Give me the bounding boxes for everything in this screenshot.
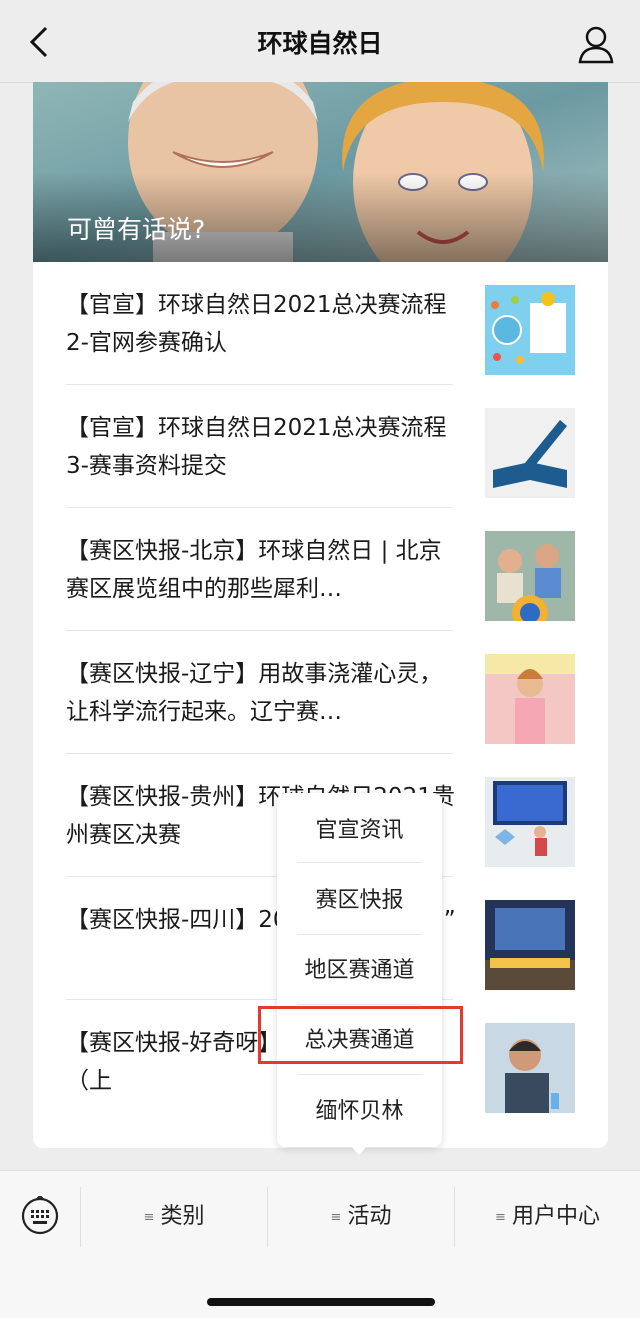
menu-divider — [297, 1004, 422, 1005]
home-indicator — [207, 1298, 435, 1306]
menu-item-official-news[interactable]: 官宣资讯 — [277, 796, 442, 866]
menu-divider — [297, 862, 422, 863]
menu-lines-icon: ≡ — [495, 1210, 506, 1225]
article-item[interactable]: 【赛区快报-北京】环球自然日 | 北京赛区展览组中的那些犀利… — [33, 508, 608, 631]
menu-item-memorial[interactable]: 缅怀贝林 — [277, 1077, 442, 1147]
banner-caption: 可曾有话说? — [67, 215, 206, 244]
menu-item-regional-channel[interactable]: 地区赛通道 — [277, 936, 442, 1006]
activity-popup-menu: 官宣资讯 赛区快报 地区赛通道 总决赛通道 缅怀贝林 — [277, 793, 442, 1147]
article-thumbnail — [485, 1023, 575, 1113]
tab-activity[interactable]: ≡ 活动 — [268, 1171, 454, 1263]
tab-user-center[interactable]: ≡ 用户中心 — [455, 1171, 640, 1263]
article-thumbnail — [485, 654, 575, 744]
bottom-menu-bar: ≡ 类别 ≡ 活动 ≡ 用户中心 — [0, 1170, 640, 1318]
keyboard-toggle-icon[interactable] — [20, 1196, 60, 1236]
article-title: 【赛区快报-北京】环球自然日 | 北京赛区展览组中的那些犀利… — [66, 538, 442, 602]
article-thumbnail — [485, 285, 575, 375]
article-title: 【官宣】环球自然日2021总决赛流程 2-官网参赛确认 — [66, 292, 447, 356]
article-title: 【官宣】环球自然日2021总决赛流程 3-赛事资料提交 — [66, 415, 447, 479]
popup-pointer — [350, 1145, 368, 1155]
menu-item-region-news[interactable]: 赛区快报 — [277, 866, 442, 936]
article-title: 【赛区快报-辽宁】用故事浇灌心灵，让科学流行起来。辽宁赛… — [66, 661, 443, 725]
article-thumbnail — [485, 531, 575, 621]
tab-label: 类别 — [160, 1204, 205, 1229]
article-item[interactable]: 【官宣】环球自然日2021总决赛流程 3-赛事资料提交 — [33, 385, 608, 508]
menu-lines-icon: ≡ — [143, 1210, 155, 1225]
article-item[interactable]: 【官宣】环球自然日2021总决赛流程 2-官网参赛确认 — [33, 262, 608, 385]
article-thumbnail — [485, 777, 575, 867]
highlight-box — [258, 1006, 463, 1064]
user-profile-icon[interactable] — [574, 22, 618, 66]
article-item[interactable]: 【赛区快报-辽宁】用故事浇灌心灵，让科学流行起来。辽宁赛… — [33, 631, 608, 754]
tab-category[interactable]: ≡ 类别 — [81, 1171, 267, 1263]
tab-label: 用户中心 — [511, 1204, 600, 1229]
menu-divider — [297, 1074, 422, 1075]
article-thumbnail — [485, 408, 575, 498]
menu-divider — [297, 934, 422, 935]
banner-image[interactable]: 可曾有话说? — [33, 82, 608, 262]
article-thumbnail — [485, 900, 575, 990]
page-title: 环球自然日 — [257, 29, 383, 58]
menu-lines-icon: ≡ — [330, 1210, 342, 1225]
tab-label: 活动 — [347, 1204, 392, 1229]
top-nav-bar: 环球自然日 — [0, 0, 640, 83]
